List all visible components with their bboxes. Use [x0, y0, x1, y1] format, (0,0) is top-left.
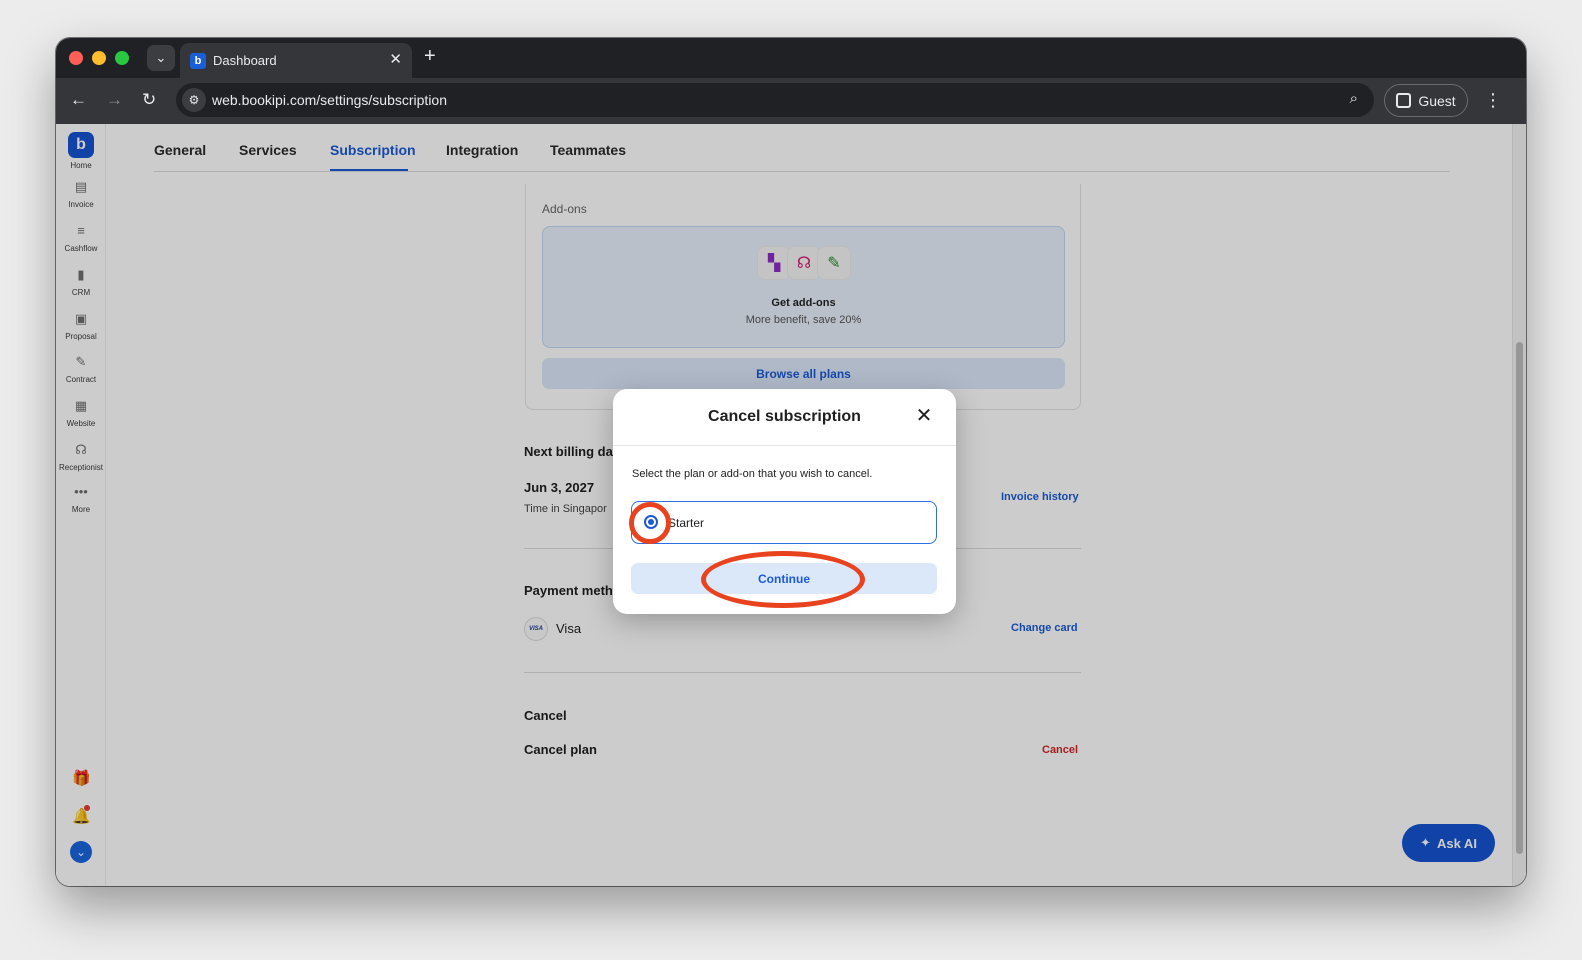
maximize-window-button[interactable] — [115, 51, 129, 65]
url-text[interactable]: web.bookipi.com/settings/subscription — [212, 92, 447, 108]
zoom-icon[interactable]: ⌕ — [1350, 90, 1358, 107]
profile-label: Guest — [1418, 92, 1456, 109]
browser-toolbar: ← → ↻ ⚙ web.bookipi.com/settings/subscri… — [56, 78, 1526, 124]
chevron-down-icon: ⌄ — [155, 50, 167, 65]
site-settings-icon[interactable]: ⚙ — [182, 88, 206, 112]
tab-strip: ⌄ b Dashboard ✕ + — [56, 38, 1526, 78]
reload-icon[interactable]: ↻ — [142, 90, 156, 110]
person-icon — [1396, 93, 1412, 108]
plan-option-starter[interactable]: Starter — [631, 501, 937, 544]
close-window-button[interactable] — [69, 51, 83, 65]
modal-prompt: Select the plan or add-on that you wish … — [632, 468, 873, 480]
close-icon[interactable]: ✕ — [915, 406, 933, 426]
tab-title: Dashboard — [213, 53, 277, 68]
tab-search-button[interactable]: ⌄ — [147, 45, 175, 71]
minimize-window-button[interactable] — [92, 51, 106, 65]
annotation-ellipse — [701, 551, 865, 608]
plan-option-label: Starter — [668, 516, 705, 530]
profile-button[interactable]: Guest — [1384, 84, 1468, 117]
forward-arrow-icon[interactable]: → — [106, 90, 123, 110]
browser-tab[interactable]: b Dashboard ✕ — [180, 43, 412, 78]
address-bar[interactable]: ⚙ web.bookipi.com/settings/subscription … — [176, 83, 1374, 117]
modal-divider — [613, 445, 956, 446]
new-tab-plus-icon[interactable]: + — [424, 46, 436, 66]
modal-title: Cancel subscription — [708, 408, 861, 425]
bookipi-favicon-icon: b — [190, 53, 206, 69]
back-arrow-icon[interactable]: ← — [70, 90, 87, 110]
close-icon[interactable]: ✕ — [389, 50, 402, 68]
menu-kebab-icon[interactable]: ⋮ — [1484, 90, 1502, 110]
annotation-circle — [629, 502, 671, 544]
